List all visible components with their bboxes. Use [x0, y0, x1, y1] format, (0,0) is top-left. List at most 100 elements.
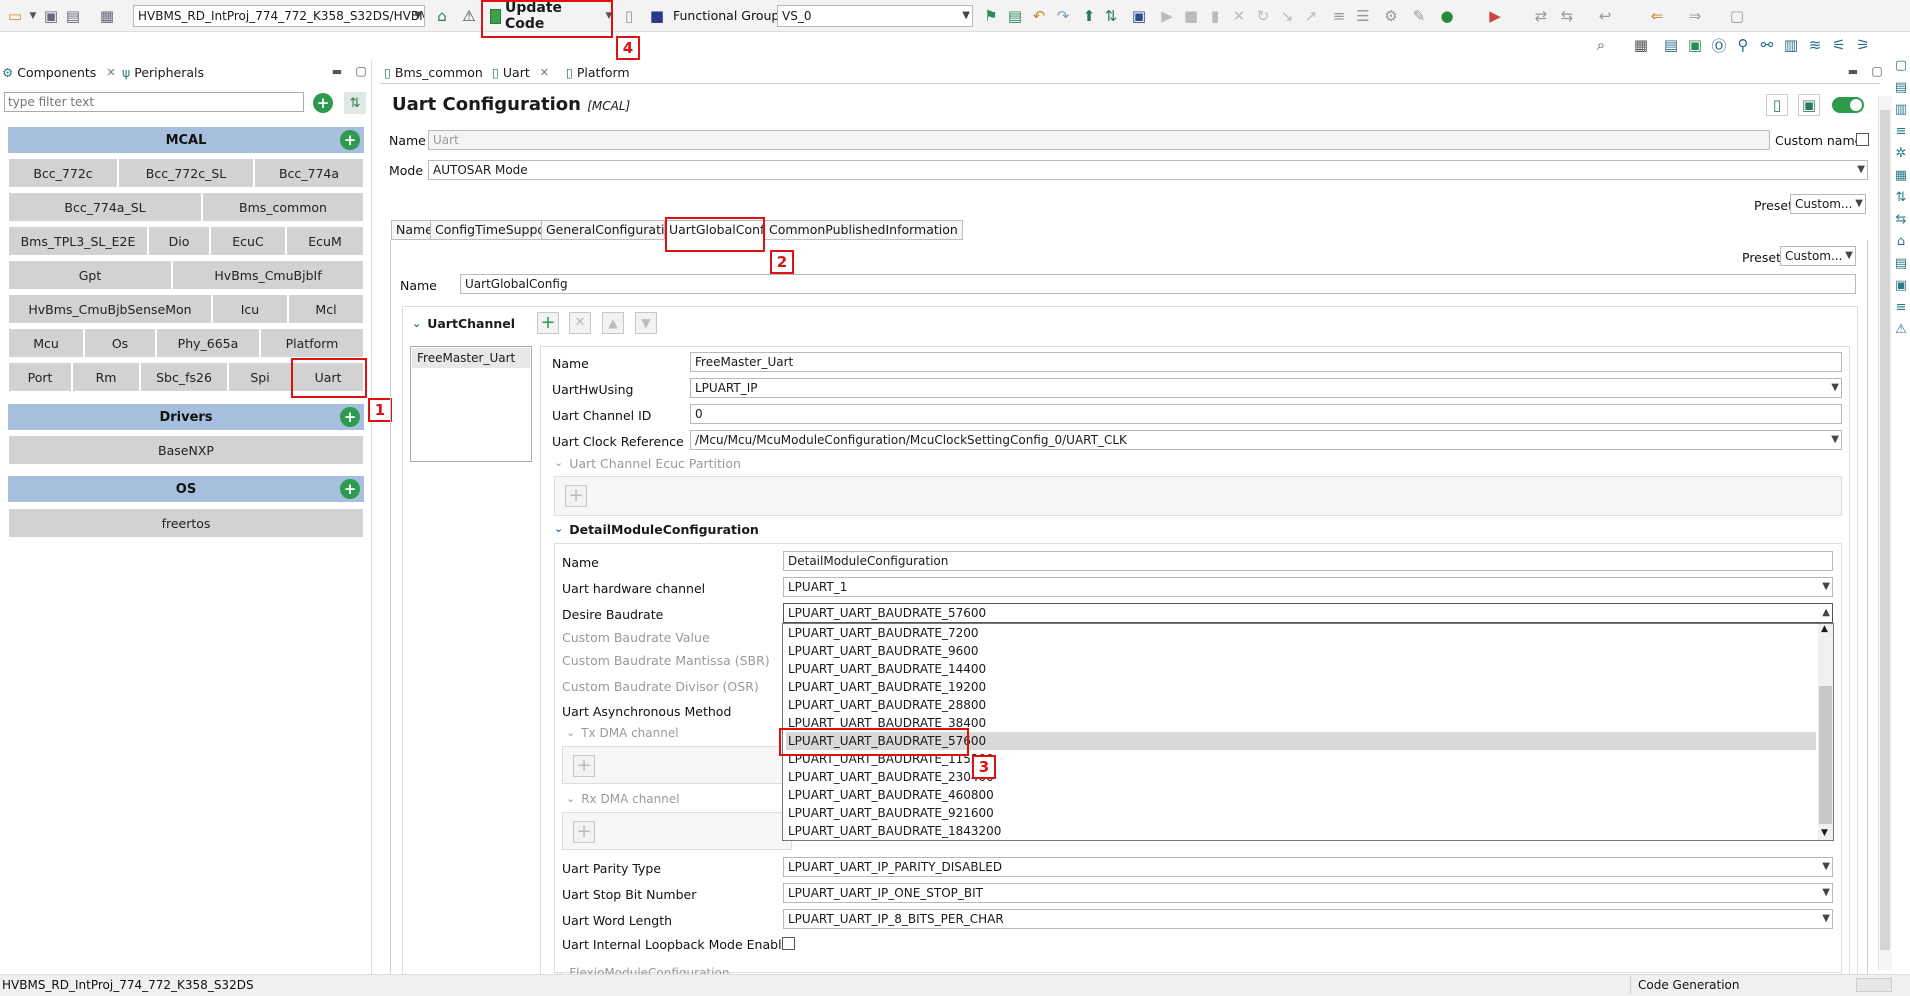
- scroll-down-icon[interactable]: ▼: [1821, 828, 1828, 838]
- back-arrow-icon[interactable]: ⇐: [1646, 5, 1668, 27]
- side-tool-7-icon[interactable]: ⇅: [1893, 190, 1909, 206]
- stop-icon[interactable]: ■: [1180, 5, 1202, 27]
- minimize-icon[interactable]: ▬: [326, 60, 348, 82]
- tab-components[interactable]: ⚙ Components ✕: [2, 62, 116, 82]
- add-tx-dma-button[interactable]: +: [573, 755, 595, 777]
- side-tool-1-icon[interactable]: ▢: [1893, 58, 1909, 74]
- perspective-5-icon[interactable]: ⚯: [1756, 34, 1778, 56]
- tx-dma-header[interactable]: ⌄ Tx DMA channel: [566, 726, 679, 740]
- baudrate-option[interactable]: LPUART_UART_BAUDRATE_921600: [786, 804, 1816, 822]
- ecuc-partition-header[interactable]: ⌄ Uart Channel Ecuc Partition: [554, 456, 741, 471]
- document-icon[interactable]: ▯: [618, 5, 640, 27]
- component-bcc-772c-sl[interactable]: Bcc_772c_SL: [118, 158, 254, 188]
- list-icon[interactable]: ≡: [1328, 5, 1350, 27]
- undo-icon[interactable]: ↶: [1028, 5, 1050, 27]
- add-os-button[interactable]: +: [340, 479, 360, 499]
- add-channel-button[interactable]: +: [537, 312, 559, 334]
- build-icon[interactable]: ▦: [96, 5, 118, 27]
- name-field[interactable]: Uart: [428, 130, 1770, 150]
- back-icon[interactable]: ↩: [1594, 5, 1616, 27]
- component-rm[interactable]: Rm: [72, 362, 140, 392]
- component-basenxp[interactable]: BaseNXP: [8, 435, 364, 465]
- search-icon[interactable]: ⌕: [1590, 34, 1612, 56]
- side-tool-8-icon[interactable]: ⇆: [1893, 212, 1909, 228]
- preset-select[interactable]: Custom... ▼: [1790, 194, 1866, 214]
- close-icon[interactable]: ✕: [540, 66, 549, 79]
- save-icon[interactable]: ▣: [40, 5, 62, 27]
- side-tool-10-icon[interactable]: ▤: [1893, 256, 1909, 272]
- tab-peripherals[interactable]: ψ Peripherals: [122, 62, 204, 82]
- add-drivers-button[interactable]: +: [340, 407, 360, 427]
- side-tool-5-icon[interactable]: ✲: [1893, 146, 1909, 162]
- history-icon[interactable]: ⇄: [1530, 5, 1552, 27]
- maximize-icon[interactable]: ▢: [350, 60, 372, 82]
- parity-select[interactable]: LPUART_UART_IP_PARITY_DISABLED ▼: [783, 857, 1833, 877]
- mode-select[interactable]: AUTOSAR Mode ▼: [428, 160, 1868, 180]
- add-rx-dma-button[interactable]: +: [573, 821, 595, 843]
- step-into-icon[interactable]: ↘: [1276, 5, 1298, 27]
- scroll-up-icon[interactable]: ▲: [1821, 624, 1828, 634]
- save-all-icon[interactable]: ▤: [62, 5, 84, 27]
- component-gpt[interactable]: Gpt: [8, 260, 172, 290]
- component-hvbms-cmubjbsensemon[interactable]: HvBms_CmuBjbSenseMon: [8, 294, 212, 324]
- side-tool-6-icon[interactable]: ▦: [1893, 168, 1909, 184]
- baudrate-option[interactable]: LPUART_UART_BAUDRATE_14400: [786, 660, 1816, 678]
- filter-input[interactable]: [4, 92, 304, 112]
- component-phy-665a[interactable]: Phy_665a: [156, 328, 260, 358]
- maximize-editor-icon[interactable]: ▢: [1866, 60, 1888, 82]
- project-selector[interactable]: HVBMS_RD_IntProj_774_772_K358_S32DS/HVBM…: [133, 5, 425, 27]
- component-os[interactable]: Os: [84, 328, 156, 358]
- move-down-button[interactable]: ▼: [635, 312, 657, 334]
- move-up-button[interactable]: ▲: [602, 312, 624, 334]
- baudrate-option[interactable]: LPUART_UART_BAUDRATE_230400: [786, 768, 1816, 786]
- side-tool-2-icon[interactable]: ▤: [1893, 80, 1909, 96]
- editor-scroll-thumb[interactable]: [1880, 110, 1890, 950]
- side-tool-12-icon[interactable]: ≡: [1893, 300, 1909, 316]
- wand-icon[interactable]: ✎: [1408, 5, 1430, 27]
- component-mcu[interactable]: Mcu: [8, 328, 84, 358]
- baudrate-option[interactable]: LPUART_UART_BAUDRATE_19200: [786, 678, 1816, 696]
- uartchannel-header[interactable]: ⌄ UartChannel: [412, 316, 515, 331]
- enable-toggle[interactable]: [1832, 97, 1864, 113]
- loopback-checkbox[interactable]: [782, 937, 795, 950]
- component-platform[interactable]: Platform: [260, 328, 364, 358]
- add-mcal-button[interactable]: +: [340, 130, 360, 150]
- baudrate-option[interactable]: LPUART_UART_BAUDRATE_460800: [786, 786, 1816, 804]
- add-component-button[interactable]: +: [313, 93, 333, 113]
- category-mcal[interactable]: MCAL: [8, 127, 364, 153]
- component-ecum[interactable]: EcuM: [286, 226, 364, 256]
- open-perspective-icon[interactable]: ▦: [1630, 34, 1652, 56]
- perspective-2-icon[interactable]: ▣: [1684, 34, 1706, 56]
- side-tool-9-icon[interactable]: ⌂: [1893, 234, 1909, 250]
- rx-dma-header[interactable]: ⌄ Rx DMA channel: [566, 792, 680, 806]
- forward-arrow-icon[interactable]: ⇒: [1684, 5, 1706, 27]
- flag-icon[interactable]: ⚑: [980, 5, 1002, 27]
- component-spi[interactable]: Spi: [228, 362, 292, 392]
- monitor-icon[interactable]: ▣: [1128, 5, 1150, 27]
- doc-view-icon[interactable]: ▯: [1766, 94, 1788, 116]
- debug-icon[interactable]: ●: [1436, 5, 1458, 27]
- chat-icon[interactable]: ▤: [1004, 5, 1026, 27]
- channel-name-field[interactable]: FreeMaster_Uart: [690, 352, 1842, 372]
- editor-tab-bms-common[interactable]: ▯ Bms_common: [384, 62, 483, 82]
- upload-icon[interactable]: ⬆: [1078, 5, 1100, 27]
- preset-select-2[interactable]: Custom... ▼: [1780, 246, 1856, 266]
- component-bms-tpl3[interactable]: Bms_TPL3_SL_E2E: [8, 226, 148, 256]
- component-bms-common[interactable]: Bms_common: [202, 192, 364, 222]
- lock-icon[interactable]: ▣: [1798, 94, 1820, 116]
- component-freertos[interactable]: freertos: [8, 508, 364, 538]
- uarthwusing-select[interactable]: LPUART_IP ▼: [690, 378, 1842, 398]
- side-tool-11-icon[interactable]: ▣: [1893, 278, 1909, 294]
- perspective-7-icon[interactable]: ≋: [1804, 34, 1826, 56]
- minimize-editor-icon[interactable]: ▬: [1842, 60, 1864, 82]
- global-name-field[interactable]: UartGlobalConfig: [460, 274, 1856, 294]
- close-icon[interactable]: ✕: [106, 66, 115, 79]
- run-icon[interactable]: ▶: [1484, 5, 1506, 27]
- delete-channel-button[interactable]: ✕: [569, 312, 591, 334]
- detail-module-header[interactable]: ⌄ DetailModuleConfiguration: [554, 522, 759, 537]
- perspective-4-icon[interactable]: ⚲: [1732, 34, 1754, 56]
- side-tool-4-icon[interactable]: ≡: [1893, 124, 1909, 140]
- disconnect-icon[interactable]: ✕: [1228, 5, 1250, 27]
- detail-name-field[interactable]: DetailModuleConfiguration: [783, 551, 1833, 571]
- stop-bit-select[interactable]: LPUART_UART_IP_ONE_STOP_BIT ▼: [783, 883, 1833, 903]
